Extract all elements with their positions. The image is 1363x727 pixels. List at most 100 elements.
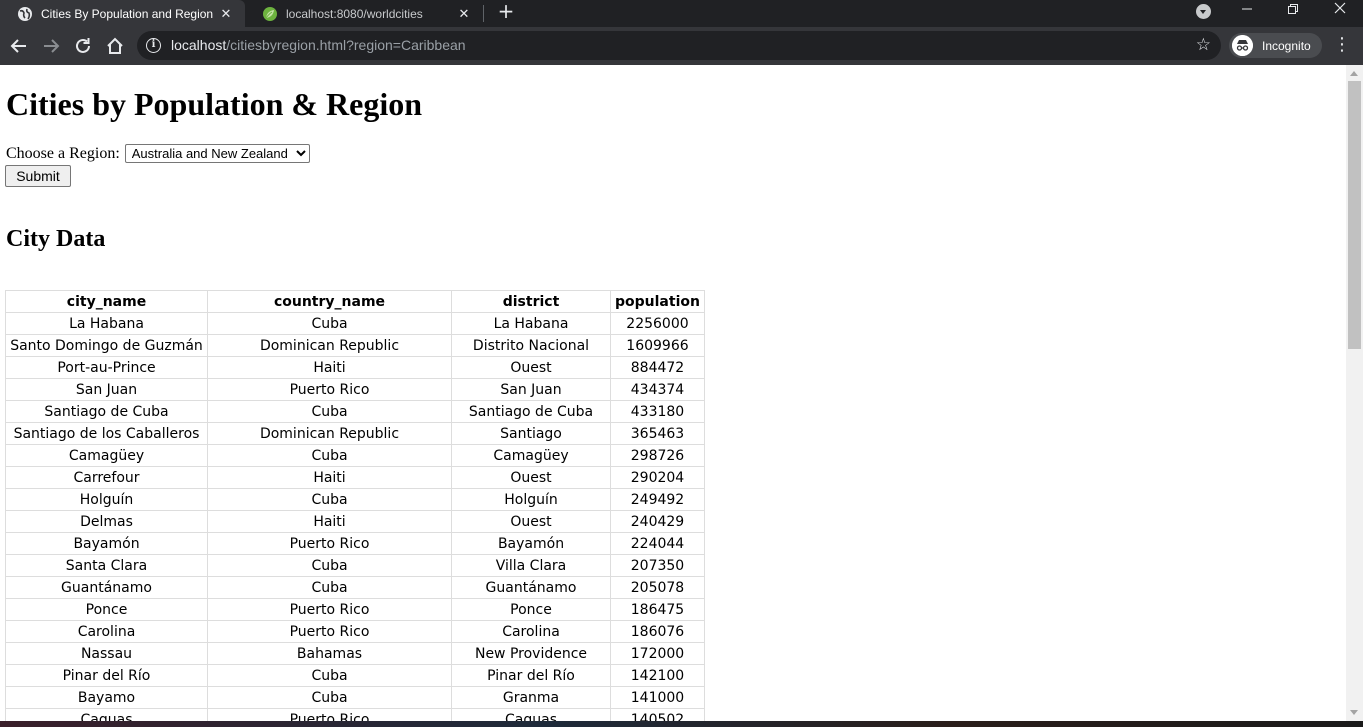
cell-district: Holguín bbox=[451, 488, 611, 511]
minimize-icon[interactable] bbox=[1240, 0, 1254, 22]
cell-city-name: Camagüey bbox=[5, 444, 208, 467]
page-scrollbar[interactable] bbox=[1346, 65, 1363, 721]
incognito-label: Incognito bbox=[1262, 38, 1311, 53]
scroll-down-arrow-icon[interactable] bbox=[1350, 710, 1358, 715]
cell-city-name: Santo Domingo de Guzmán bbox=[5, 334, 208, 357]
tab-search-icon[interactable] bbox=[1196, 4, 1211, 19]
cell-country-name: Puerto Rico bbox=[207, 620, 452, 643]
table-row: Carolina Puerto Rico Carolina 186076 bbox=[5, 620, 705, 643]
cell-population: 2256000 bbox=[610, 312, 705, 335]
cell-district: La Habana bbox=[451, 312, 611, 335]
close-window-icon[interactable] bbox=[1333, 0, 1347, 22]
tab-title: Cities By Population and Region bbox=[41, 6, 214, 21]
table-row: Santiago de Cuba Cuba Santiago de Cuba 4331… bbox=[5, 400, 705, 423]
cell-country-name: Bahamas bbox=[207, 642, 452, 665]
cell-district: Granma bbox=[451, 686, 611, 709]
cell-population: 205078 bbox=[610, 576, 705, 599]
table-row: San Juan Puerto Rico San Juan 434374 bbox=[5, 378, 705, 401]
table-row: Camagüey Cuba Camagüey 298726 bbox=[5, 444, 705, 467]
url-host: localhost bbox=[171, 37, 227, 53]
cell-population: 207350 bbox=[610, 554, 705, 577]
table-row: Caguas Puerto Rico Caguas 140502 bbox=[5, 708, 705, 721]
site-info-icon[interactable]: i bbox=[146, 38, 161, 53]
cell-district: San Juan bbox=[451, 378, 611, 401]
section-title: City Data bbox=[6, 226, 106, 252]
incognito-badge[interactable]: Incognito bbox=[1229, 33, 1322, 58]
cell-population: 142100 bbox=[610, 664, 705, 687]
submit-button[interactable]: Submit bbox=[5, 165, 71, 187]
incognito-icon bbox=[1232, 35, 1253, 56]
table-row: Carrefour Haiti Ouest 290204 bbox=[5, 466, 705, 489]
reload-icon[interactable] bbox=[72, 35, 94, 57]
cell-country-name: Cuba bbox=[207, 686, 452, 709]
column-header-city-name: city_name bbox=[5, 290, 208, 313]
cell-population: 172000 bbox=[610, 642, 705, 665]
tab-title: localhost:8080/worldcities bbox=[286, 6, 423, 21]
table-row: Santo Domingo de Guzmán Dominican Republi… bbox=[5, 334, 705, 357]
new-tab-button[interactable]: + bbox=[496, 1, 516, 23]
page-title: Cities by Population & Region bbox=[6, 86, 423, 122]
cell-population: 884472 bbox=[610, 356, 705, 379]
cell-country-name: Cuba bbox=[207, 312, 452, 335]
cell-district: Ouest bbox=[451, 466, 611, 489]
cell-district: Guantánamo bbox=[451, 576, 611, 599]
table-row: Guantánamo Cuba Guantánamo 205078 bbox=[5, 576, 705, 599]
cell-population: 434374 bbox=[610, 378, 705, 401]
kebab-menu-icon[interactable]: ⋮ bbox=[1333, 36, 1351, 56]
cell-city-name: Guantánamo bbox=[5, 576, 208, 599]
region-select[interactable]: Australia and New Zealand bbox=[124, 144, 310, 163]
page-content: Cities by Population & Region Choose a R… bbox=[0, 65, 1346, 721]
table-row: La Habana Cuba La Habana 2256000 bbox=[5, 312, 705, 335]
bookmark-star-icon[interactable]: ☆ bbox=[1196, 35, 1211, 55]
table-body: La Habana Cuba La Habana 2256000 Santo Domin… bbox=[5, 312, 705, 721]
restore-icon[interactable] bbox=[1286, 0, 1300, 22]
tab-worldcities[interactable]: localhost:8080/worldcities ✕ bbox=[245, 0, 483, 27]
table-row: Nassau Bahamas New Providence 172000 bbox=[5, 642, 705, 665]
cell-population: 224044 bbox=[610, 532, 705, 555]
region-label: Choose a Region: bbox=[6, 144, 120, 162]
home-icon[interactable] bbox=[104, 35, 126, 57]
cell-city-name: Santiago de Cuba bbox=[5, 400, 208, 423]
table-header-row: city_name country_name district populati… bbox=[5, 290, 705, 313]
cell-district: Camagüey bbox=[451, 444, 611, 467]
spring-leaf-icon bbox=[263, 6, 277, 21]
cell-population: 433180 bbox=[610, 400, 705, 423]
globe-icon bbox=[18, 6, 32, 21]
cell-city-name: Delmas bbox=[5, 510, 208, 533]
cell-country-name: Haiti bbox=[207, 466, 452, 489]
cell-city-name: Caguas bbox=[5, 708, 208, 721]
cell-district: Carolina bbox=[451, 620, 611, 643]
tab-cities-by-population[interactable]: Cities By Population and Region ✕ bbox=[0, 0, 245, 27]
tab-separator bbox=[483, 5, 484, 22]
cell-population: 186475 bbox=[610, 598, 705, 621]
scrollbar-thumb[interactable] bbox=[1348, 81, 1361, 349]
cell-city-name: Ponce bbox=[5, 598, 208, 621]
cell-district: Distrito Nacional bbox=[451, 334, 611, 357]
url-text[interactable]: localhost/citiesbyregion.html?region=Car… bbox=[171, 37, 466, 53]
scroll-up-arrow-icon[interactable] bbox=[1350, 71, 1358, 76]
cell-city-name: Santiago de los Caballeros bbox=[5, 422, 208, 445]
address-bar[interactable]: i localhost/citiesbyregion.html?region=C… bbox=[137, 31, 1221, 60]
cell-population: 186076 bbox=[610, 620, 705, 643]
close-tab-icon[interactable]: ✕ bbox=[217, 6, 235, 22]
cell-city-name: Bayamo bbox=[5, 686, 208, 709]
table-row: Delmas Haiti Ouest 240429 bbox=[5, 510, 705, 533]
table-row: Santa Clara Cuba Villa Clara 207350 bbox=[5, 554, 705, 577]
forward-arrow-icon[interactable] bbox=[40, 35, 62, 57]
back-arrow-icon[interactable] bbox=[8, 35, 30, 57]
cell-city-name: Holguín bbox=[5, 488, 208, 511]
cell-country-name: Cuba bbox=[207, 488, 452, 511]
table-row: Ponce Puerto Rico Ponce 186475 bbox=[5, 598, 705, 621]
column-header-population: population bbox=[610, 290, 705, 313]
cell-population: 1609966 bbox=[610, 334, 705, 357]
close-tab-icon[interactable]: ✕ bbox=[455, 6, 473, 22]
region-form-row: Choose a Region: Australia and New Zeala… bbox=[6, 144, 310, 163]
cell-country-name: Puerto Rico bbox=[207, 708, 452, 721]
table-row: Bayamón Puerto Rico Bayamón 224044 bbox=[5, 532, 705, 555]
cell-country-name: Dominican Republic bbox=[207, 422, 452, 445]
cell-population: 249492 bbox=[610, 488, 705, 511]
cell-district: Caguas bbox=[451, 708, 611, 721]
tab-strip: Cities By Population and Region ✕ localh… bbox=[0, 0, 1363, 27]
cell-population: 365463 bbox=[610, 422, 705, 445]
cell-population: 141000 bbox=[610, 686, 705, 709]
